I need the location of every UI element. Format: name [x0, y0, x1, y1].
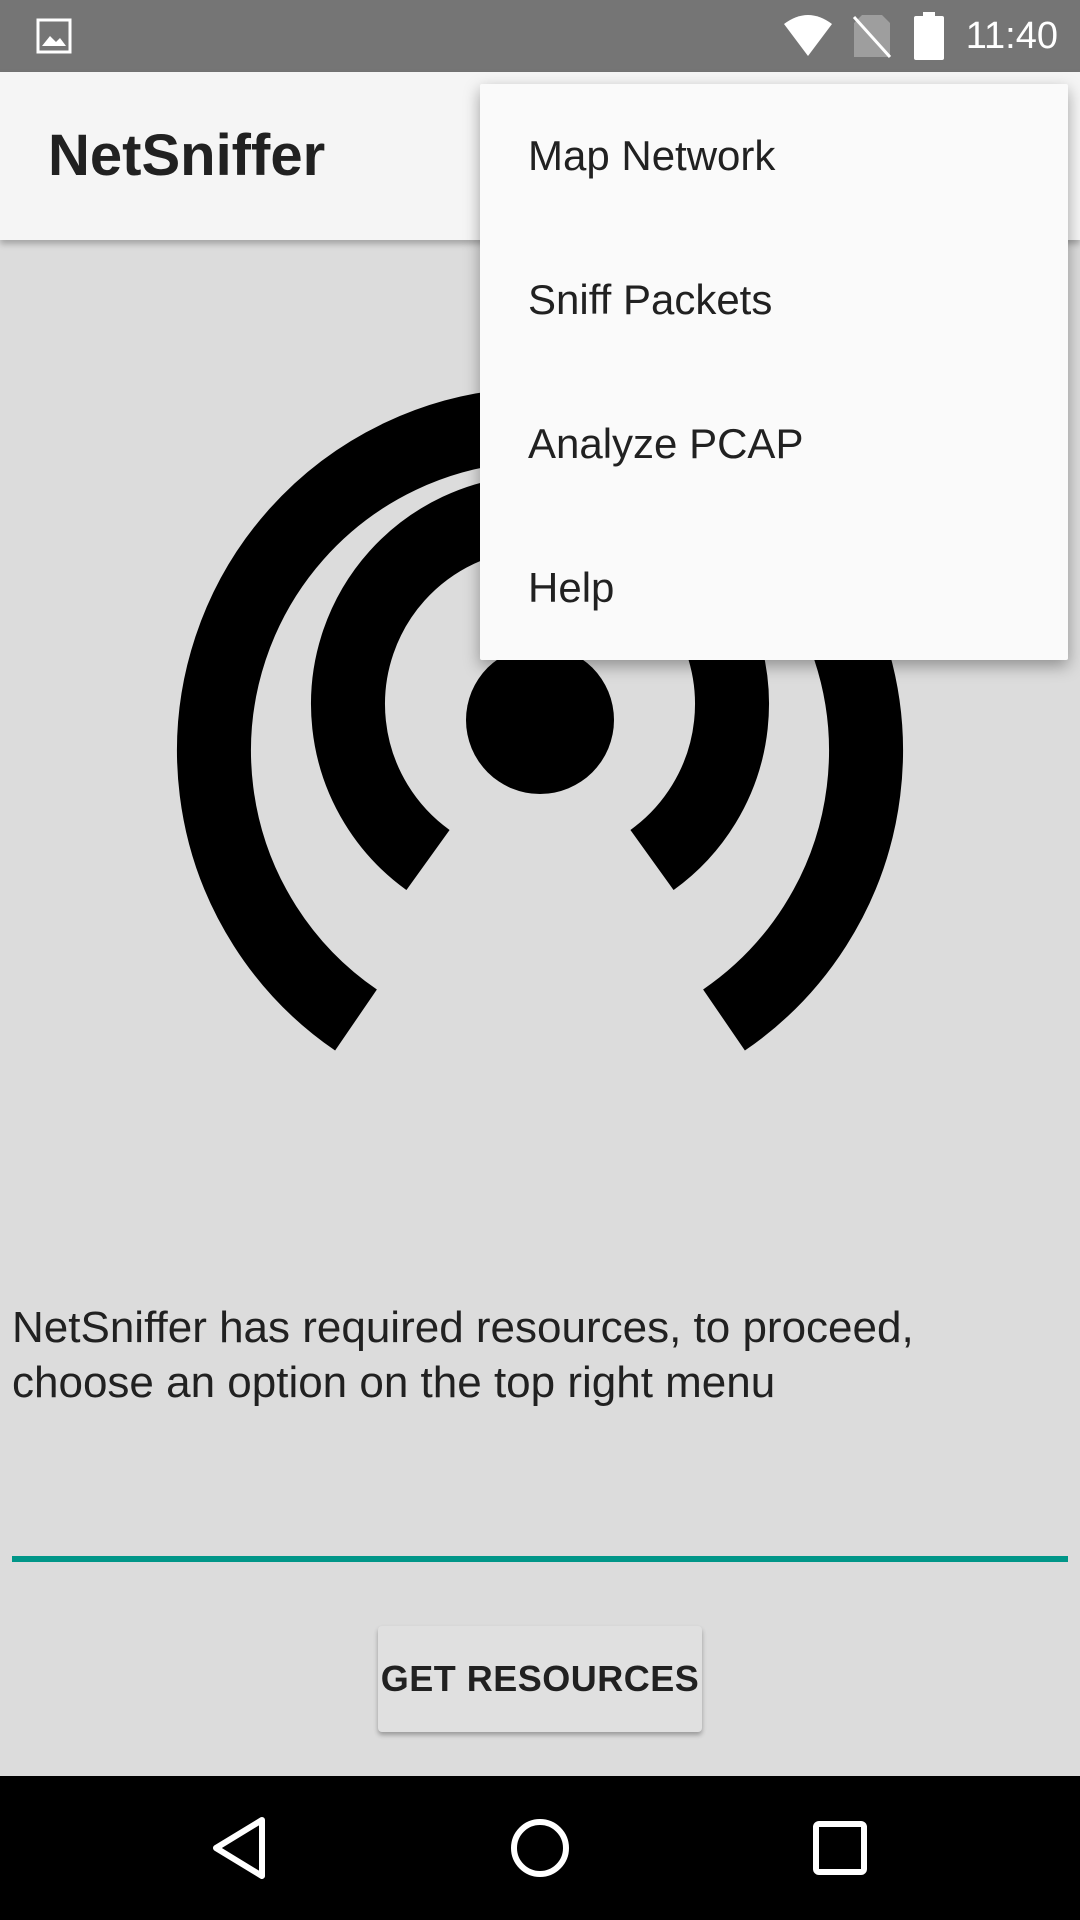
wifi-icon: [782, 14, 834, 58]
menu-item-map-network[interactable]: Map Network: [480, 84, 1068, 228]
back-icon[interactable]: [190, 1798, 290, 1898]
status-message: NetSniffer has required resources, to pr…: [12, 1303, 914, 1407]
app-title: NetSniffer: [48, 123, 326, 188]
menu-item-sniff-packets[interactable]: Sniff Packets: [480, 228, 1068, 372]
no-sim-icon: [852, 13, 892, 59]
battery-icon: [913, 12, 944, 60]
status-clock: 11:40: [965, 14, 1058, 57]
status-bar: 11:40: [0, 0, 1080, 72]
menu-item-analyze-pcap[interactable]: Analyze PCAP: [480, 372, 1068, 516]
home-icon[interactable]: [490, 1798, 590, 1898]
menu-item-help[interactable]: Help: [480, 516, 1068, 660]
input-underline: [12, 1556, 1068, 1562]
overflow-menu: Map Network Sniff Packets Analyze PCAP H…: [480, 84, 1068, 660]
image-notification-icon: [36, 18, 72, 54]
navigation-bar: [0, 1776, 1080, 1920]
get-resources-button[interactable]: GET RESOURCES: [378, 1626, 702, 1732]
recents-icon[interactable]: [790, 1798, 890, 1898]
